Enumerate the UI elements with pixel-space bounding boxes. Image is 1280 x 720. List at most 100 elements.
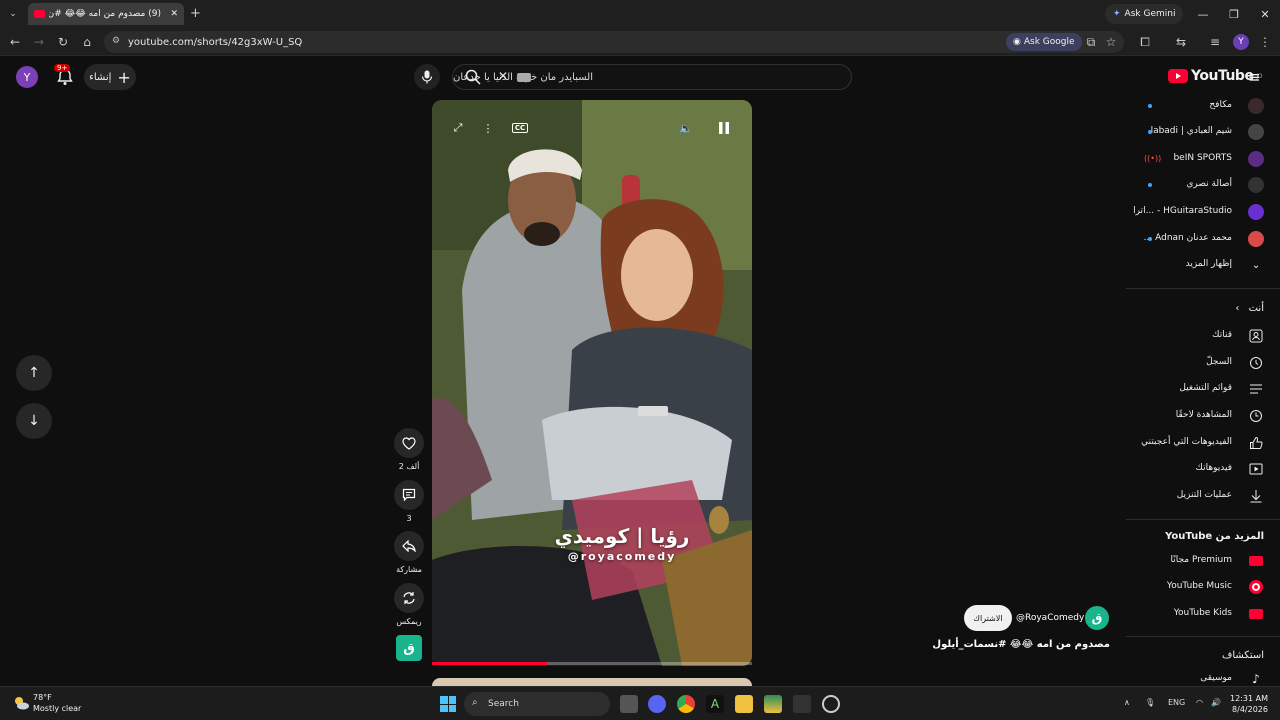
close-window-button[interactable]: ✕	[1252, 5, 1278, 23]
file-explorer-icon[interactable]	[735, 695, 753, 713]
voice-search-mic-icon[interactable]	[414, 64, 440, 90]
channel-avatar-icon	[1248, 204, 1264, 220]
taskbar-search-label: Search	[488, 699, 519, 709]
fullscreen-icon[interactable]: ⤢	[446, 118, 470, 138]
forward-icon[interactable]: →	[30, 33, 48, 51]
cast-icon[interactable]: ⧉	[1082, 33, 1100, 51]
channel-avatar-icon	[1248, 124, 1264, 140]
clock-date: 8/4/2026	[1232, 705, 1268, 714]
translate-icon[interactable]: ⇆	[1172, 33, 1190, 51]
shorts-video-player[interactable]: ⤢ ⋮ CC 🔈 رؤيا | كوميدي @royacomedy	[432, 100, 752, 666]
windows-start-icon[interactable]	[440, 696, 456, 712]
reading-list-icon[interactable]: ≡	[1206, 33, 1224, 51]
weather-icon[interactable]	[12, 694, 30, 712]
audio-source-thumbnail[interactable]: ق	[396, 635, 422, 661]
sidebar-subscription-item[interactable]: beIN SPORTS ((•))	[1126, 146, 1280, 172]
app-icon[interactable]	[764, 695, 782, 713]
video-frame	[432, 100, 752, 666]
tab-title: (9) مصدوم من امه 😂😂 #ن...	[49, 9, 161, 19]
sidebar-item-playlists[interactable]: قوائم التشغيل	[1126, 376, 1280, 402]
sidebar-subscription-item[interactable]: HGuitaraStudio - ...اترا	[1126, 199, 1280, 225]
sidebar-item-label: المشاهدة لاحقًا	[1175, 410, 1232, 420]
sidebar-item-your-videos[interactable]: فيديوهاتك	[1126, 456, 1280, 482]
sidebar-item-label: السجلّ	[1206, 357, 1232, 367]
sidebar-item-music[interactable]: ♪ موسيقى	[1126, 666, 1280, 686]
short-title[interactable]: مصدوم من امه 😂😂 #نسمات_أيلول	[932, 639, 1110, 650]
search-input[interactable]: السبايدر مان خرب الدنيا يا جدعان	[452, 64, 852, 90]
channel-name[interactable]: @RoyaComedy	[1016, 613, 1084, 623]
browser-profile-avatar[interactable]: Y	[1233, 34, 1249, 50]
chrome-icon[interactable]	[677, 695, 695, 713]
site-info-icon[interactable]: ⚙	[112, 36, 120, 46]
language-indicator[interactable]: ENG	[1168, 698, 1185, 707]
ask-google-button[interactable]: ◉ Ask Google	[1006, 33, 1082, 51]
share-button[interactable]: مشاركة	[394, 531, 424, 574]
browser-menu-icon[interactable]: ⋮	[1256, 33, 1274, 51]
home-icon[interactable]: ⌂	[78, 33, 96, 51]
new-content-dot	[1148, 183, 1152, 187]
wifi-icon[interactable]: ◠	[1196, 698, 1203, 707]
back-icon[interactable]: ←	[6, 33, 24, 51]
tab-list-icon[interactable]: ⌄	[6, 7, 20, 21]
bookmark-star-icon[interactable]: ☆	[1102, 33, 1120, 51]
clear-search-icon[interactable]: ✕	[498, 69, 508, 83]
search-icon[interactable]	[460, 67, 486, 87]
sidebar-you-header[interactable]: أنت ›	[1235, 303, 1264, 314]
tab-close-icon[interactable]: ✕	[170, 9, 178, 19]
volume-tray-icon[interactable]: 🔊	[1211, 698, 1221, 707]
sidebar-item-youtube-music[interactable]: YouTube Music	[1126, 574, 1280, 600]
remix-button[interactable]: ريمكس	[394, 583, 424, 626]
sidebar-subscription-item[interactable]: محمد عدنان Adnan ...	[1126, 226, 1280, 252]
like-button[interactable]: 2 ألف	[394, 428, 424, 471]
channel-avatar[interactable]: ق	[1085, 606, 1109, 630]
taskbar-search[interactable]: ⌕ Search	[464, 692, 610, 716]
terminal-icon[interactable]: A	[706, 695, 724, 713]
next-short-button[interactable]: ↓	[16, 403, 52, 439]
sidebar-subscription-item[interactable]: أصالة نصري	[1126, 172, 1280, 198]
address-bar[interactable]: ⚙ youtube.com/shorts/42g3xW-U_SQ	[104, 31, 1124, 53]
video-progress-bar[interactable]	[432, 662, 752, 665]
extensions-icon[interactable]: ⧠	[1136, 33, 1154, 51]
sidebar-item-your-channel[interactable]: قناتك	[1126, 323, 1280, 349]
create-button[interactable]: إنشاء +	[84, 64, 136, 90]
sidebar-more-from-youtube-header: المزيد من YouTube	[1165, 531, 1264, 542]
sidebar-item-history[interactable]: السجلّ	[1126, 350, 1280, 376]
sidebar-item-liked-videos[interactable]: الفيديوهات التي أعجبتني	[1126, 430, 1280, 456]
ask-gemini-button[interactable]: ✦ Ask Gemini	[1105, 4, 1184, 24]
system-clock[interactable]: 12:31 AM 8/4/2026	[1230, 693, 1268, 715]
subscribe-button[interactable]: الاشتراك	[964, 605, 1012, 631]
sidebar-item-premium[interactable]: Premium مجانًا	[1126, 548, 1280, 574]
sidebar-item-youtube-kids[interactable]: YouTube Kids	[1126, 601, 1280, 627]
discord-icon[interactable]	[648, 695, 666, 713]
sidebar-show-more[interactable]: ⌄ إظهار المزيد	[1126, 252, 1280, 278]
comments-button[interactable]: 3	[394, 480, 424, 523]
sidebar-subscription-item[interactable]: مكافح	[1126, 98, 1280, 119]
microphone-icon[interactable]: 🎙	[1145, 698, 1155, 707]
sidebar-item-downloads[interactable]: عمليات التنزيل	[1126, 483, 1280, 509]
channel-info: الاشتراك @RoyaComedy ق	[964, 605, 1110, 631]
sidebar-item-label: قناتك	[1212, 330, 1232, 340]
weather-widget[interactable]: 78°F Mostly clear	[33, 692, 81, 714]
create-label: إنشاء	[89, 71, 112, 83]
minimize-button[interactable]: —	[1190, 5, 1216, 23]
sidebar-item-watch-later[interactable]: المشاهدة لاحقًا	[1126, 403, 1280, 429]
sidebar-subscription-item[interactable]: شيم العبادي | labadi	[1126, 119, 1280, 145]
restore-button[interactable]: ❐	[1221, 5, 1247, 23]
more-options-icon[interactable]: ⋮	[476, 118, 500, 138]
heart-icon	[394, 428, 424, 458]
notifications-bell-icon[interactable]: 9+	[54, 64, 76, 88]
new-tab-button[interactable]: +	[190, 6, 201, 21]
keyboard-icon[interactable]	[517, 73, 531, 82]
guide-menu-icon[interactable]: ≡	[1248, 68, 1261, 86]
app-icon[interactable]	[793, 695, 811, 713]
captions-icon[interactable]: CC	[508, 118, 532, 138]
task-view-icon[interactable]	[620, 695, 638, 713]
previous-short-button[interactable]: ↑	[16, 355, 52, 391]
browser-tab-active[interactable]: (9) مصدوم من امه 😂😂 #ن... ✕	[28, 3, 184, 25]
reload-icon[interactable]: ↻	[54, 33, 72, 51]
tray-overflow-icon[interactable]: ∧	[1124, 698, 1130, 707]
volume-icon[interactable]: 🔈	[674, 118, 698, 138]
pause-icon[interactable]	[712, 118, 736, 138]
app-icon[interactable]	[822, 695, 840, 713]
user-avatar[interactable]: Y	[16, 66, 38, 88]
